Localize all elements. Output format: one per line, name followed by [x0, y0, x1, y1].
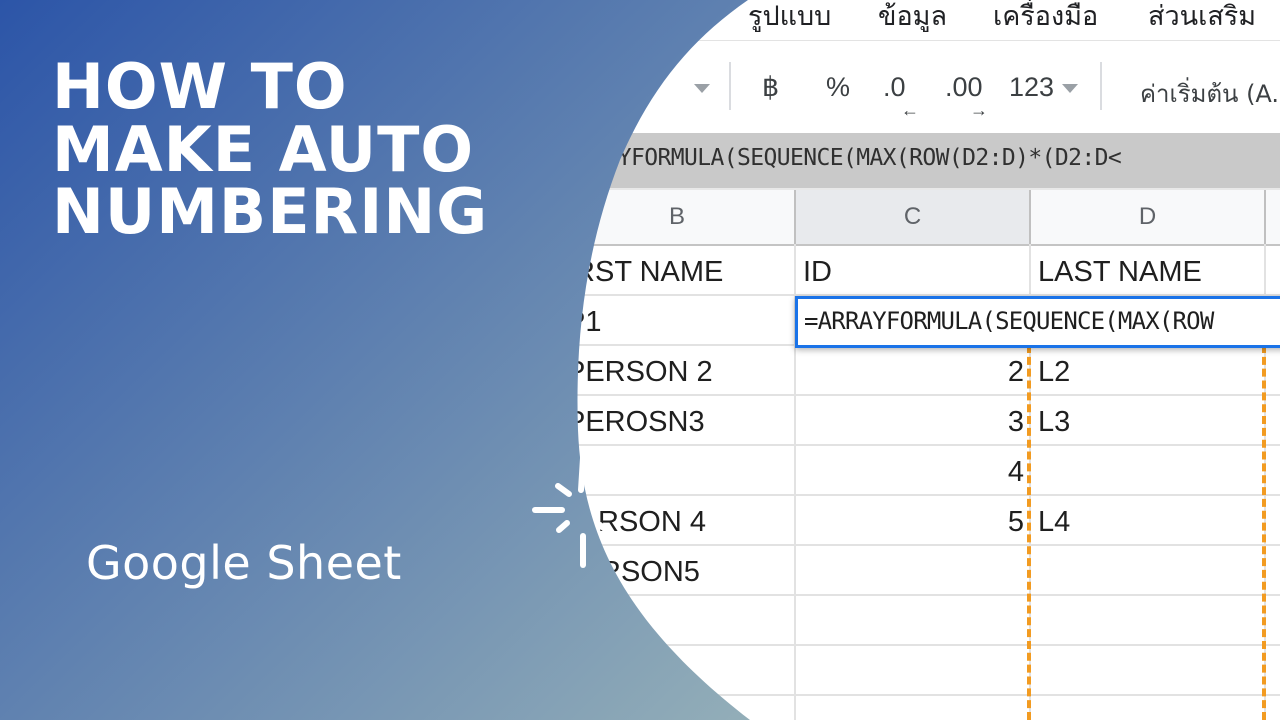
cell-b3[interactable]: PERSON 2	[566, 356, 713, 389]
menu-data[interactable]: ข้อมูล	[878, 0, 947, 37]
cell-d4[interactable]: L3	[1038, 406, 1070, 439]
subtitle: Google Sheet	[86, 536, 402, 590]
cell-c1[interactable]: ID	[803, 256, 832, 289]
cell-b4[interactable]: PEROSN3	[566, 406, 705, 439]
cell-b7[interactable]: RSON5	[600, 556, 700, 589]
arrow-left-icon: ←	[901, 100, 919, 120]
array-range-border-right	[1262, 345, 1266, 720]
title-line-3: NUMBERING	[52, 175, 489, 248]
menu-format[interactable]: รูปแบบ	[748, 0, 831, 37]
cell-c6[interactable]: 5	[800, 506, 1024, 539]
toolbar-divider	[1100, 62, 1102, 110]
cell-b2[interactable]: P1	[566, 306, 601, 339]
cell-d6[interactable]: L4	[1038, 506, 1070, 539]
menu-tools[interactable]: เครื่องมือ	[993, 0, 1098, 37]
column-header-e[interactable]	[1266, 190, 1280, 246]
cell-c4[interactable]: 3	[800, 406, 1024, 439]
cell-b6[interactable]: RSON 4	[598, 506, 706, 539]
cell-c5[interactable]: 4	[800, 456, 1024, 489]
percent-format-button[interactable]: %	[826, 72, 850, 103]
menu-bar: รูปแบบ ข้อมูล เครื่องมือ ส่วนเสริม	[0, 0, 1280, 41]
toolbar-divider	[729, 62, 731, 110]
zoom-dropdown-caret-icon[interactable]	[694, 84, 710, 93]
number-format-button[interactable]: 123	[1009, 72, 1054, 103]
table-row	[560, 596, 1280, 646]
cell-editor[interactable]: =ARRAYFORMULA(SEQUENCE(MAX(ROW	[795, 296, 1280, 348]
column-header-b[interactable]: B	[560, 190, 796, 246]
cell-editor-text[interactable]: =ARRAYFORMULA(SEQUENCE(MAX(ROW	[804, 307, 1214, 335]
cell-c3[interactable]: 2	[800, 356, 1024, 389]
arrow-right-icon: →	[970, 100, 988, 120]
cell-d3[interactable]: L2	[1038, 356, 1070, 389]
decrease-decimal-button[interactable]: .0	[883, 72, 906, 103]
column-header-d[interactable]: D	[1031, 190, 1266, 246]
menu-addons[interactable]: ส่วนเสริม	[1148, 0, 1256, 37]
currency-format-button[interactable]: ฿	[762, 72, 779, 103]
array-range-border-left	[1027, 345, 1031, 720]
cell-b1[interactable]: IRST NAME	[566, 256, 723, 289]
cell-d1[interactable]: LAST NAME	[1038, 256, 1202, 289]
table-row	[560, 646, 1280, 696]
font-family-dropdown[interactable]: ค่าเริ่มต้น (A...	[1140, 74, 1280, 113]
column-header-c[interactable]: C	[796, 190, 1031, 246]
number-format-caret-icon[interactable]	[1062, 84, 1078, 93]
formula-bar-text[interactable]: RRAYFORMULA(SEQUENCE(MAX(ROW(D2:D)*(D2:D…	[578, 145, 1122, 171]
increase-decimal-button[interactable]: .00	[945, 72, 983, 103]
